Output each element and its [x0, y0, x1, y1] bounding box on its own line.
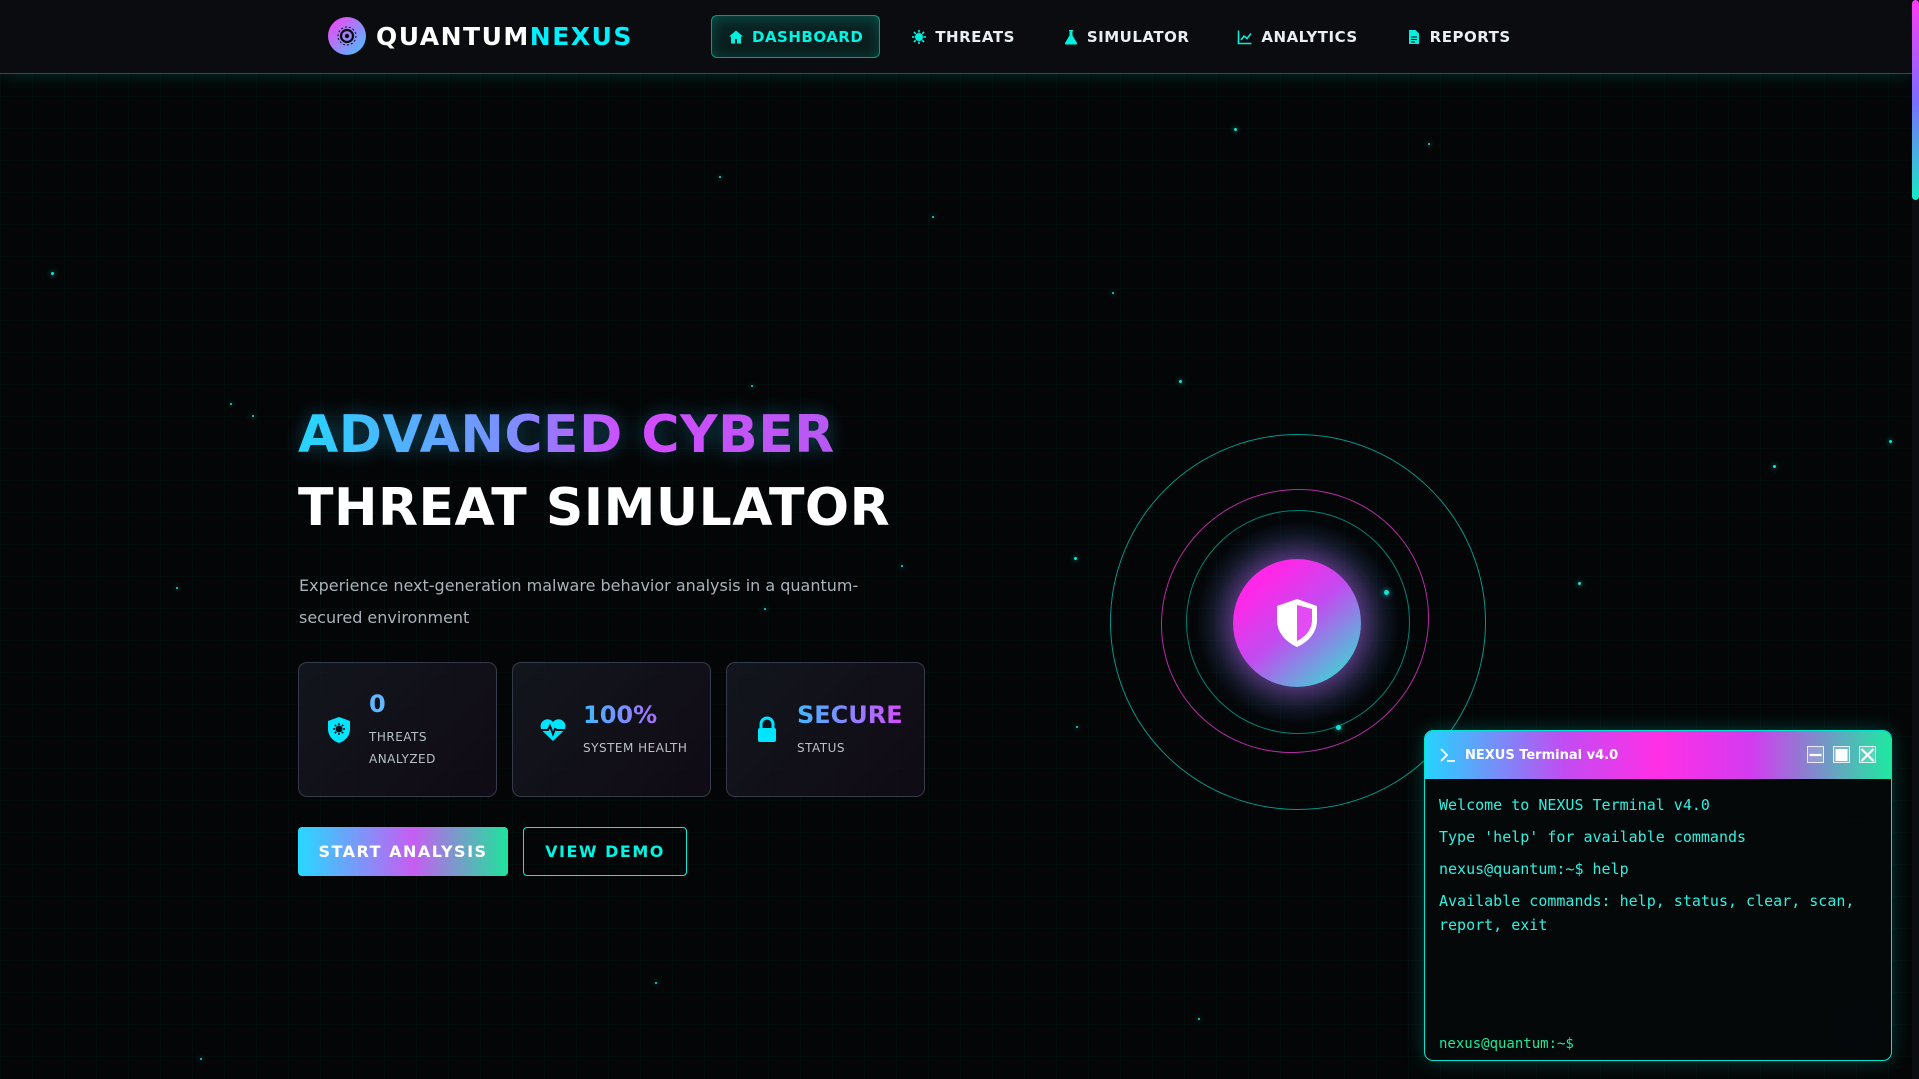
brand-name: QUANTUMNEXUS: [376, 22, 633, 51]
star-particle: [1076, 726, 1078, 728]
hero-title-line2: THREAT SIMULATOR: [298, 478, 891, 538]
terminal-line: Available commands: help, status, clear,…: [1439, 892, 1855, 934]
terminal-title: NEXUS Terminal v4.0: [1465, 747, 1619, 763]
star-particle: [200, 1058, 202, 1060]
close-icon: [1860, 747, 1875, 762]
stat-text: SECURE STATUS: [797, 701, 903, 759]
atom-icon: [328, 17, 366, 55]
nav-simulator[interactable]: SIMULATOR: [1046, 15, 1207, 58]
orbit-dot: [1336, 725, 1341, 730]
star-particle: [1773, 465, 1776, 468]
stat-label-line: THREATS: [369, 729, 427, 744]
flask-icon: [1063, 29, 1079, 45]
star-particle: [1234, 128, 1237, 131]
stat-text: 0 THREATS ANALYZED: [369, 690, 436, 770]
view-demo-button[interactable]: VIEW DEMO: [523, 827, 687, 876]
virus-icon: [911, 29, 927, 45]
orb-core[interactable]: [1233, 559, 1361, 687]
lock-icon: [751, 714, 783, 746]
star-particle: [252, 415, 254, 417]
stat-card-status: SECURE STATUS: [726, 662, 925, 797]
nav-reports-label: REPORTS: [1429, 27, 1511, 46]
terminal-line: nexus@quantum:~$ help: [1439, 860, 1629, 878]
terminal-titlebar[interactable]: NEXUS Terminal v4.0: [1425, 731, 1891, 779]
close-button[interactable]: [1859, 746, 1876, 763]
star-particle: [1198, 1018, 1200, 1020]
stat-label-threats: THREATS ANALYZED: [369, 726, 436, 770]
nav-analytics[interactable]: ANALYTICS: [1220, 15, 1374, 58]
hero-actions: START ANALYSIS VIEW DEMO: [298, 827, 687, 876]
star-particle: [1179, 380, 1182, 383]
star-particle: [176, 587, 178, 589]
brand-logo[interactable]: QUANTUMNEXUS: [328, 17, 633, 55]
main-menu: DASHBOARD THREATS SIMULATOR ANALYTICS RE…: [711, 15, 1528, 58]
top-navbar: QUANTUMNEXUS DASHBOARD THREATS SIMULATOR…: [0, 0, 1912, 74]
chart-line-icon: [1237, 29, 1253, 45]
hero-title-line1: ADVANCED CYBER: [298, 405, 835, 465]
maximize-button[interactable]: [1833, 746, 1850, 763]
brand-name-part1: QUANTUM: [376, 21, 530, 51]
nav-dashboard[interactable]: DASHBOARD: [711, 15, 881, 58]
shield-virus-icon: [323, 714, 355, 746]
nav-dashboard-label: DASHBOARD: [752, 27, 864, 46]
orbit-dot: [1384, 590, 1389, 595]
stat-value-status: SECURE: [797, 700, 903, 729]
star-particle: [719, 176, 721, 178]
minimize-icon: [1809, 753, 1822, 756]
stat-text: 100% SYSTEM HEALTH: [583, 701, 687, 759]
page-scrollbar[interactable]: [1912, 0, 1919, 1079]
star-particle: [1428, 143, 1430, 145]
file-icon: [1406, 29, 1422, 45]
star-particle: [51, 272, 54, 275]
star-particle: [932, 216, 934, 218]
shield-icon: [1277, 599, 1317, 647]
star-particle: [901, 565, 903, 567]
star-particle: [655, 982, 657, 984]
terminal-window[interactable]: NEXUS Terminal v4.0 Welcome to NEXUS Ter…: [1424, 730, 1892, 1061]
scrollbar-thumb[interactable]: [1912, 0, 1919, 200]
heartbeat-icon: [537, 714, 569, 746]
terminal-output: Welcome to NEXUS Terminal v4.0 Type 'hel…: [1425, 779, 1891, 937]
stat-value-health: 100%: [583, 701, 687, 729]
nav-threats-label: THREATS: [935, 27, 1015, 46]
hero-subtitle: Experience next-generation malware behav…: [299, 576, 859, 627]
home-icon: [728, 29, 744, 45]
star-particle: [1074, 557, 1077, 560]
star-particle: [751, 385, 753, 387]
stat-card-threats: 0 THREATS ANALYZED: [298, 662, 497, 797]
terminal-line: Type 'help' for available commands: [1439, 828, 1747, 846]
stat-label-line: ANALYZED: [369, 751, 436, 766]
minimize-button[interactable]: [1807, 746, 1824, 763]
terminal-input-prompt[interactable]: nexus@quantum:~$: [1439, 1036, 1574, 1052]
star-particle: [230, 403, 232, 405]
stat-label-status: STATUS: [797, 740, 846, 755]
stats-row: 0 THREATS ANALYZED 100% SYSTEM HEALTH SEC…: [298, 662, 925, 797]
stat-card-health: 100% SYSTEM HEALTH: [512, 662, 711, 797]
brand-name-part2: NEXUS: [529, 21, 633, 51]
star-particle: [1112, 292, 1114, 294]
stat-label-health: SYSTEM HEALTH: [583, 740, 688, 755]
nav-threats[interactable]: THREATS: [894, 15, 1032, 58]
star-particle: [1578, 582, 1581, 585]
nav-simulator-label: SIMULATOR: [1086, 27, 1190, 46]
star-particle: [1889, 440, 1892, 443]
terminal-icon: [1440, 748, 1455, 762]
maximize-icon: [1835, 748, 1848, 761]
stat-value-threats: 0: [369, 689, 386, 718]
start-analysis-button[interactable]: START ANALYSIS: [298, 827, 508, 876]
nav-reports[interactable]: REPORTS: [1389, 15, 1528, 58]
page: QUANTUMNEXUS DASHBOARD THREATS SIMULATOR…: [0, 0, 1919, 1079]
nav-analytics-label: ANALYTICS: [1261, 27, 1358, 46]
terminal-line: Welcome to NEXUS Terminal v4.0: [1439, 796, 1710, 814]
